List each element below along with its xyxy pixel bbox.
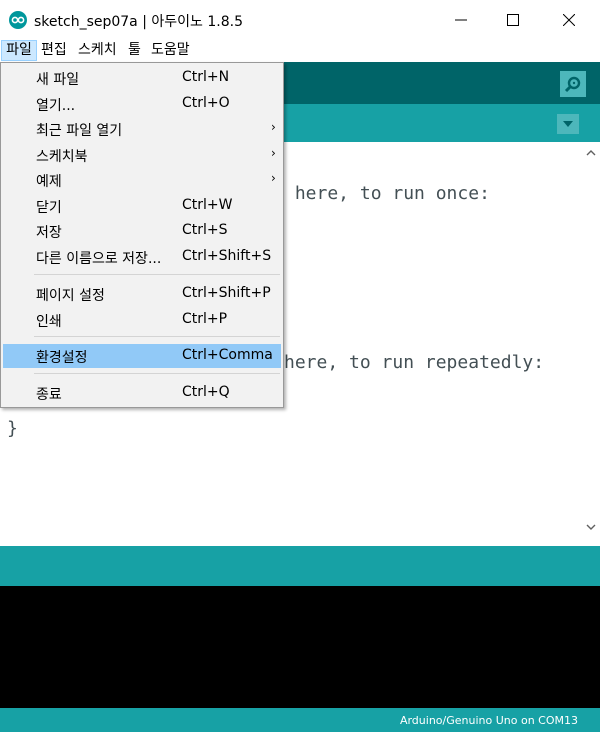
minimize-icon — [455, 19, 467, 21]
board-port-info: Arduino/Genuino Uno on COM13 — [399, 714, 578, 727]
menu-separator — [34, 373, 280, 374]
close-icon — [563, 14, 575, 26]
status-footer: Arduino/Genuino Uno on COM13 — [0, 708, 600, 732]
menu-item-save[interactable]: 저장 Ctrl+S — [3, 219, 281, 243]
menu-item-close[interactable]: 닫기 Ctrl+W — [3, 194, 281, 218]
code-line-brace: } — [7, 418, 18, 439]
window-title: sketch_sep07a | 아두이노 1.8.5 — [34, 14, 243, 30]
menu-item-page-setup[interactable]: 페이지 설정 Ctrl+Shift+P — [3, 282, 281, 306]
menu-edit[interactable]: 편집 — [41, 40, 67, 61]
magnifier-icon — [564, 76, 581, 93]
chevron-right-icon: › — [271, 146, 276, 160]
console-output[interactable] — [0, 586, 600, 708]
menu-item-open[interactable]: 열기... Ctrl+O — [3, 92, 281, 116]
menu-help[interactable]: 도움말 — [151, 40, 190, 61]
menu-sketch[interactable]: 스케치 — [78, 40, 117, 61]
arduino-ide-window: sketch_sep07a | 아두이노 1.8.5 파일 편집 스케치 툴 도… — [0, 0, 600, 732]
menu-item-quit[interactable]: 종료 Ctrl+Q — [3, 381, 281, 405]
title-bar: sketch_sep07a | 아두이노 1.8.5 — [0, 0, 600, 40]
triangle-down-icon — [563, 121, 573, 127]
editor-scrollbar[interactable] — [583, 142, 600, 540]
tab-menu-button[interactable] — [557, 114, 579, 134]
menu-item-print[interactable]: 인쇄 Ctrl+P — [3, 308, 281, 332]
menu-separator — [34, 274, 280, 275]
menu-item-save-as[interactable]: 다른 이름으로 저장... Ctrl+Shift+S — [3, 245, 281, 269]
chevron-up-icon — [586, 150, 596, 156]
close-button[interactable] — [546, 0, 592, 40]
chevron-down-icon — [586, 524, 596, 530]
menu-item-examples[interactable]: 예제 › — [3, 168, 281, 192]
menu-item-new[interactable]: 새 파일 Ctrl+N — [3, 66, 281, 90]
arduino-infinity-icon — [9, 11, 27, 29]
menu-file[interactable]: 파일 — [1, 40, 37, 61]
minimize-button[interactable] — [438, 0, 484, 40]
menu-bar: 파일 편집 스케치 툴 도움말 — [0, 40, 600, 62]
menu-separator — [34, 336, 280, 337]
message-bar — [0, 546, 600, 586]
file-menu-dropdown: 새 파일 Ctrl+N 열기... Ctrl+O 최근 파일 열기 › 스케치북… — [0, 62, 284, 408]
menu-item-sketchbook[interactable]: 스케치북 › — [3, 143, 281, 167]
chevron-right-icon: › — [271, 171, 276, 185]
maximize-icon — [507, 14, 519, 26]
menu-item-open-recent[interactable]: 최근 파일 열기 › — [3, 117, 281, 141]
code-line-setup-comment: here, to run once: — [284, 183, 490, 204]
code-line-loop-comment: here, to run repeatedly: — [284, 352, 545, 373]
chevron-right-icon: › — [271, 120, 276, 134]
maximize-button[interactable] — [490, 0, 536, 40]
menu-item-preferences[interactable]: 환경설정 Ctrl+Comma — [3, 344, 281, 368]
serial-monitor-button[interactable] — [560, 71, 586, 97]
menu-tools[interactable]: 툴 — [128, 40, 141, 61]
